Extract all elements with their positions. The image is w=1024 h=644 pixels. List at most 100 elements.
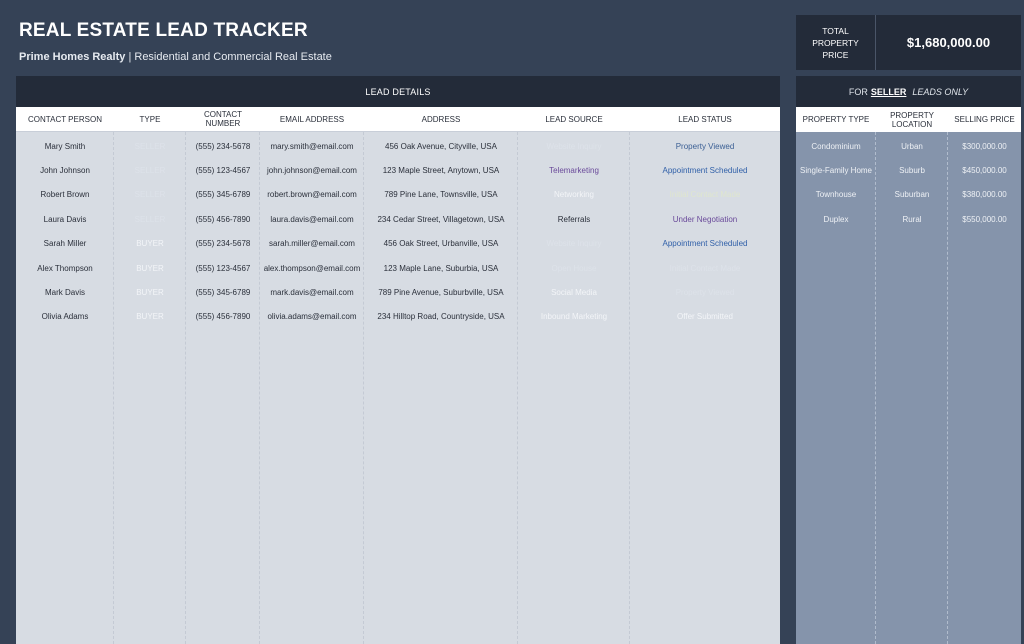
cell-property-location[interactable]: Suburb bbox=[876, 158, 948, 182]
cell-selling-price[interactable]: $450,000.00 bbox=[948, 158, 1021, 182]
cell-selling-price[interactable]: $550,000.00 bbox=[948, 207, 1021, 231]
cell-property-type[interactable]: Duplex bbox=[796, 207, 876, 231]
column-header-contact-number[interactable]: CONTACT NUMBER bbox=[186, 107, 260, 131]
cell-contact-number[interactable]: (555) 234-5678 bbox=[186, 134, 260, 158]
cell-contact-number[interactable]: (555) 456-7890 bbox=[186, 305, 260, 329]
cell-address[interactable]: 789 Pine Avenue, Suburbville, USA bbox=[364, 280, 518, 304]
cell-address[interactable]: 234 Hilltop Road, Countryside, USA bbox=[364, 305, 518, 329]
cell-type[interactable]: SELLER bbox=[114, 207, 186, 231]
cell-email-address[interactable]: olivia.adams@email.com bbox=[260, 305, 364, 329]
table-row[interactable]: John Johnson SELLER (555) 123-4567 john.… bbox=[16, 158, 780, 182]
cell-property-location[interactable]: Suburban bbox=[876, 183, 948, 207]
cell-contact-person[interactable]: John Johnson bbox=[16, 158, 114, 182]
table-row[interactable]: Sarah Miller BUYER (555) 234-5678 sarah.… bbox=[16, 232, 780, 256]
cell-address[interactable]: 789 Pine Lane, Townsville, USA bbox=[364, 183, 518, 207]
cell-type[interactable]: BUYER bbox=[114, 232, 186, 256]
cell-email-address[interactable]: sarah.miller@email.com bbox=[260, 232, 364, 256]
table-row[interactable]: Condominium Urban $300,000.00 bbox=[796, 134, 1021, 158]
cell-email-address[interactable]: mary.smith@email.com bbox=[260, 134, 364, 158]
cell-lead-status[interactable]: Initial Contact Made bbox=[630, 256, 780, 280]
page-subtitle: Prime Homes Realty | Residential and Com… bbox=[19, 51, 332, 63]
cell-lead-source[interactable]: Website Inquiry bbox=[518, 134, 630, 158]
cell-email-address[interactable]: alex.thompson@email.com bbox=[260, 256, 364, 280]
cell-contact-person[interactable]: Mary Smith bbox=[16, 134, 114, 158]
cell-contact-person[interactable]: Sarah Miller bbox=[16, 232, 114, 256]
cell-lead-source[interactable]: Social Media bbox=[518, 280, 630, 304]
table-row[interactable]: Mary Smith SELLER (555) 234-5678 mary.sm… bbox=[16, 134, 780, 158]
cell-contact-person[interactable]: Laura Davis bbox=[16, 207, 114, 231]
column-header-address[interactable]: ADDRESS bbox=[364, 107, 518, 131]
cell-type[interactable]: SELLER bbox=[114, 183, 186, 207]
column-header-type[interactable]: TYPE bbox=[114, 107, 186, 131]
cell-address[interactable]: 123 Maple Lane, Suburbia, USA bbox=[364, 256, 518, 280]
table-row[interactable]: Mark Davis BUYER (555) 345-6789 mark.dav… bbox=[16, 280, 780, 304]
cell-lead-status[interactable]: Appointment Scheduled bbox=[630, 158, 780, 182]
column-header-lead-source[interactable]: LEAD SOURCE bbox=[518, 107, 630, 131]
cell-property-type[interactable]: Condominium bbox=[796, 134, 876, 158]
table-row[interactable]: Alex Thompson BUYER (555) 123-4567 alex.… bbox=[16, 256, 780, 280]
seller-leads-panel: FOR SELLER LEADS ONLY PROPERTY TYPE PROP… bbox=[796, 76, 1021, 644]
cell-lead-source[interactable]: Referrals bbox=[518, 207, 630, 231]
cell-type[interactable]: BUYER bbox=[114, 305, 186, 329]
column-header-property-type[interactable]: PROPERTY TYPE bbox=[796, 107, 876, 132]
cell-contact-person[interactable]: Mark Davis bbox=[16, 280, 114, 304]
column-header-email-address[interactable]: EMAIL ADDRESS bbox=[260, 107, 364, 131]
cell-property-type[interactable]: Townhouse bbox=[796, 183, 876, 207]
cell-email-address[interactable]: john.johnson@email.com bbox=[260, 158, 364, 182]
cell-lead-status[interactable]: Appointment Scheduled bbox=[630, 232, 780, 256]
lead-rows: Mary Smith SELLER (555) 234-5678 mary.sm… bbox=[16, 132, 780, 329]
cell-lead-status[interactable]: Offer Submitted bbox=[630, 305, 780, 329]
table-row[interactable]: Olivia Adams BUYER (555) 456-7890 olivia… bbox=[16, 305, 780, 329]
cell-email-address[interactable]: laura.davis@email.com bbox=[260, 207, 364, 231]
table-row[interactable]: Townhouse Suburban $380,000.00 bbox=[796, 183, 1021, 207]
cell-contact-number[interactable]: (555) 456-7890 bbox=[186, 207, 260, 231]
cell-email-address[interactable]: robert.brown@email.com bbox=[260, 183, 364, 207]
cell-property-type[interactable]: Single-Family Home bbox=[796, 158, 876, 182]
cell-contact-person[interactable]: Alex Thompson bbox=[16, 256, 114, 280]
column-header-contact-person[interactable]: CONTACT PERSON bbox=[16, 107, 114, 131]
cell-lead-source[interactable]: Website Inquiry bbox=[518, 232, 630, 256]
cell-email-address[interactable]: mark.davis@email.com bbox=[260, 280, 364, 304]
cell-selling-price[interactable]: $380,000.00 bbox=[948, 183, 1021, 207]
cell-type[interactable]: BUYER bbox=[114, 280, 186, 304]
cell-lead-status[interactable]: Initial Contact Made bbox=[630, 183, 780, 207]
cell-contact-person[interactable]: Robert Brown bbox=[16, 183, 114, 207]
cell-contact-number[interactable]: (555) 123-4567 bbox=[186, 158, 260, 182]
cell-lead-status[interactable]: Property Viewed bbox=[630, 134, 780, 158]
table-row[interactable]: Duplex Rural $550,000.00 bbox=[796, 207, 1021, 231]
table-row[interactable]: Single-Family Home Suburb $450,000.00 bbox=[796, 158, 1021, 182]
table-row[interactable]: Robert Brown SELLER (555) 345-6789 rober… bbox=[16, 183, 780, 207]
seller-column-headers: PROPERTY TYPE PROPERTY LOCATION SELLING … bbox=[796, 107, 1021, 132]
cell-contact-number[interactable]: (555) 234-5678 bbox=[186, 232, 260, 256]
column-header-property-location[interactable]: PROPERTY LOCATION bbox=[876, 107, 948, 132]
total-price-value: $1,680,000.00 bbox=[906, 35, 991, 50]
lead-details-table-body: Mary Smith SELLER (555) 234-5678 mary.sm… bbox=[16, 132, 780, 644]
seller-leads-header: FOR SELLER LEADS ONLY bbox=[796, 76, 1021, 107]
cell-lead-status[interactable]: Under Negotiation bbox=[630, 207, 780, 231]
cell-address[interactable]: 234 Cedar Street, Villagetown, USA bbox=[364, 207, 518, 231]
cell-lead-source[interactable]: Inbound Marketing bbox=[518, 305, 630, 329]
cell-contact-number[interactable]: (555) 345-6789 bbox=[186, 183, 260, 207]
cell-type[interactable]: SELLER bbox=[114, 134, 186, 158]
cell-property-location[interactable]: Urban bbox=[876, 134, 948, 158]
column-header-selling-price[interactable]: SELLING PRICE bbox=[948, 107, 1021, 132]
cell-address[interactable]: 456 Oak Street, Urbanville, USA bbox=[364, 232, 518, 256]
cell-address[interactable]: 123 Maple Street, Anytown, USA bbox=[364, 158, 518, 182]
cell-type[interactable]: BUYER bbox=[114, 256, 186, 280]
table-row[interactable]: Laura Davis SELLER (555) 456-7890 laura.… bbox=[16, 207, 780, 231]
cell-lead-source[interactable]: Networking bbox=[518, 183, 630, 207]
subtitle-separator: | bbox=[128, 51, 132, 63]
cell-property-location[interactable]: Rural bbox=[876, 207, 948, 231]
cell-address[interactable]: 456 Oak Avenue, Cityville, USA bbox=[364, 134, 518, 158]
cell-lead-source[interactable]: Open House bbox=[518, 256, 630, 280]
cell-contact-person[interactable]: Olivia Adams bbox=[16, 305, 114, 329]
cell-lead-status[interactable]: Property Viewed bbox=[630, 280, 780, 304]
company-tagline: Residential and Commercial Real Estate bbox=[134, 51, 332, 63]
cell-type[interactable]: SELLER bbox=[114, 158, 186, 182]
cell-contact-number[interactable]: (555) 345-6789 bbox=[186, 280, 260, 304]
cell-lead-source[interactable]: Telemarketing bbox=[518, 158, 630, 182]
lead-details-panel: LEAD DETAILS CONTACT PERSON TYPE CONTACT… bbox=[16, 76, 780, 644]
cell-selling-price[interactable]: $300,000.00 bbox=[948, 134, 1021, 158]
column-header-lead-status[interactable]: LEAD STATUS bbox=[630, 107, 780, 131]
cell-contact-number[interactable]: (555) 123-4567 bbox=[186, 256, 260, 280]
